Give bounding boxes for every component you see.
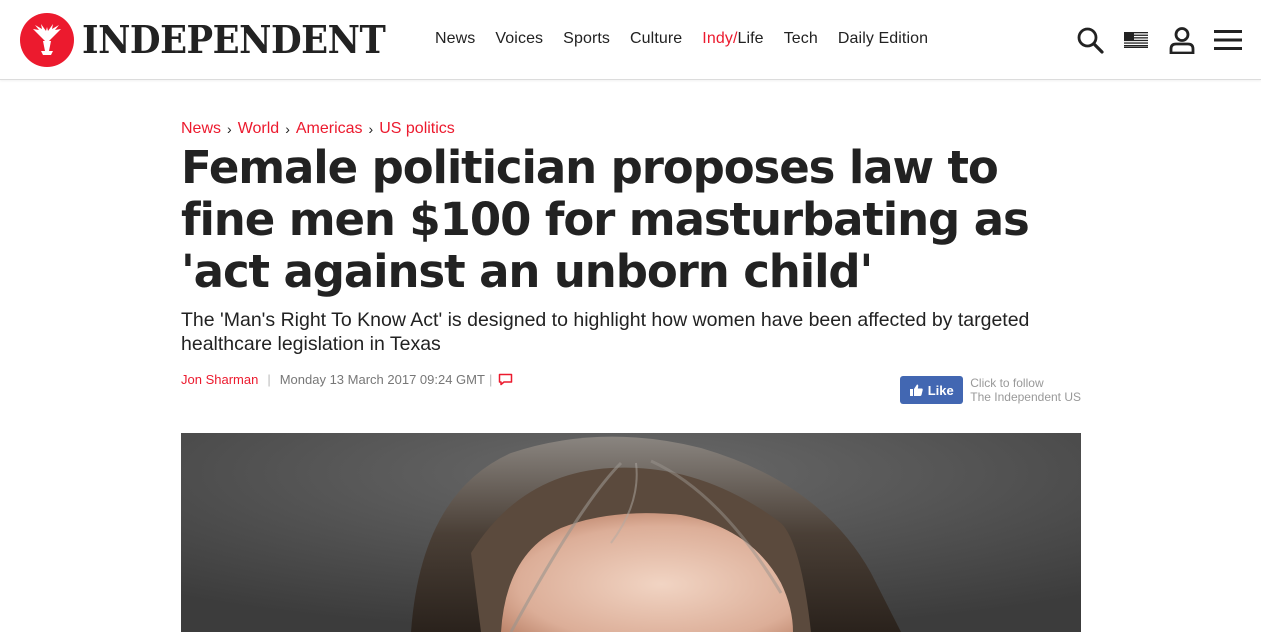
portrait-photo <box>181 433 1081 632</box>
byline-divider: | <box>488 372 493 387</box>
breadcrumb-chevron-icon: › <box>227 121 232 137</box>
breadcrumb-chevron-icon: › <box>285 121 290 137</box>
nav-tech[interactable]: Tech <box>774 28 828 50</box>
nav-voices[interactable]: Voices <box>485 28 553 50</box>
facebook-follow: Like Click to follow The Independent US <box>900 376 1081 404</box>
breadcrumb-americas[interactable]: Americas <box>296 118 363 140</box>
breadcrumb-chevron-icon: › <box>368 121 374 137</box>
follow-caption: Click to follow The Independent US <box>970 376 1081 404</box>
publish-date: Monday 13 March 2017 09:24 GMT <box>279 372 485 387</box>
facebook-like-button[interactable]: Like <box>900 376 964 404</box>
article: News › World › Americas › US politics Fe… <box>181 118 1081 404</box>
breadcrumb: News › World › Americas › US politics <box>181 118 1081 140</box>
nav-indy-life[interactable]: Indy/Life <box>692 28 773 50</box>
like-label: Like <box>927 382 954 398</box>
follow-line-1: Click to follow <box>970 376 1044 390</box>
breadcrumb-world[interactable]: World <box>238 118 280 140</box>
breadcrumb-us-politics[interactable]: US politics <box>379 118 455 140</box>
byline-divider: | <box>267 372 271 387</box>
byline: Jon Sharman | Monday 13 March 2017 09:24… <box>181 372 513 387</box>
logo-wordmark: INDEPENDENT <box>82 17 386 62</box>
author-link[interactable]: Jon Sharman <box>181 372 258 387</box>
nav-culture[interactable]: Culture <box>620 28 692 50</box>
follow-line-2: The Independent US <box>970 390 1081 404</box>
comment-icon[interactable] <box>498 373 513 386</box>
thumbs-up-icon <box>909 384 923 396</box>
site-header: INDEPENDENT News Voices Sports Culture I… <box>0 0 1261 80</box>
nav-news[interactable]: News <box>425 28 485 50</box>
nav-indy-prefix: Indy/ <box>702 30 738 47</box>
breadcrumb-news[interactable]: News <box>181 118 221 140</box>
menu-icon[interactable] <box>1213 22 1243 58</box>
nav-daily-edition[interactable]: Daily Edition <box>828 28 938 50</box>
header-actions <box>1075 22 1243 58</box>
standfirst: The 'Man's Right To Know Act' is designe… <box>181 309 1030 355</box>
nav-indy-suffix: Life <box>737 30 764 47</box>
us-flag-icon[interactable] <box>1121 22 1151 58</box>
search-icon[interactable] <box>1075 22 1105 58</box>
eagle-logo-icon <box>20 13 74 67</box>
main-nav: News Voices Sports Culture Indy/Life Tec… <box>425 28 938 50</box>
nav-sports[interactable]: Sports <box>553 28 620 50</box>
hero-image <box>181 433 1081 632</box>
site-logo[interactable]: INDEPENDENT <box>20 13 408 67</box>
account-icon[interactable] <box>1167 22 1197 58</box>
headline: Female politician proposes law to fine m… <box>181 141 1030 298</box>
